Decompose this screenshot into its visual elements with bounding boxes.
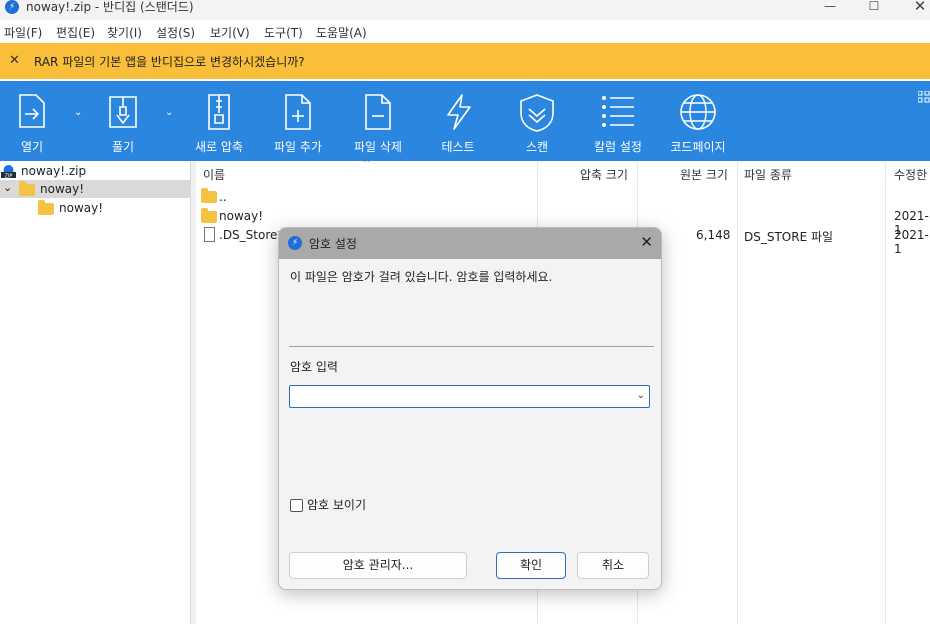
folder-tree: ZIP noway!.zip ⌄ noway! noway! [0,162,191,624]
menu-help[interactable]: 도움말(A) [316,24,367,41]
extract-button[interactable]: 풀기 [93,81,153,161]
test-icon [447,94,471,130]
maximize-icon[interactable]: ☐ [864,0,884,14]
password-input[interactable]: ⌄ [289,385,650,408]
add-file-label: 파일 추가 [274,140,322,154]
add-file-button[interactable]: 파일 추가 [266,81,330,161]
default-app-notice: ✕ RAR 파일의 기본 앱을 반디집으로 변경하시겠습니까? [0,43,930,79]
codepage-label: 코드페이지 [670,140,726,154]
folder-icon [201,188,217,203]
column-header-packed-size[interactable]: 압축 크기 [580,166,628,183]
document-icon [204,227,215,242]
checkbox-box[interactable] [290,499,303,512]
show-password-checkbox[interactable]: 암호 보이기 [290,496,366,513]
folder-icon [19,181,35,196]
dialog-title: 암호 설정 [309,237,357,251]
bandizip-icon: ⚡ [288,236,302,250]
menu-find[interactable]: 찾기(I) [107,24,142,41]
delete-file-button[interactable]: 파일 삭제 [346,81,410,161]
close-icon[interactable]: ✕ [9,53,20,68]
chevron-down-icon[interactable]: ⌄ [3,179,12,197]
close-icon[interactable]: ✕ [640,233,653,251]
codepage-button[interactable]: 코드페이지 [666,81,730,161]
window-title: noway!.zip - 반디집 (스탠더드) [26,0,194,14]
notice-text[interactable]: RAR 파일의 기본 앱을 반디집으로 변경하시겠습니까? [34,53,305,70]
scan-button[interactable]: 스캔 [507,81,567,161]
menu-edit[interactable]: 편집(E) [56,24,95,41]
file-row-folder[interactable]: noway! 2021-1 [196,207,930,237]
column-header-type[interactable]: 파일 종류 [744,166,792,183]
file-type: DS_STORE 파일 [744,230,834,244]
menu-file[interactable]: 파일(F) [4,24,42,41]
password-manager-button[interactable]: 암호 관리자... [289,552,467,579]
password-dialog: ⚡ 암호 설정 ✕ 이 파일은 암호가 걸려 있습니다. 암호를 입력하세요. … [278,227,662,590]
ok-button[interactable]: 확인 [496,552,566,579]
minimize-icon[interactable]: — [820,0,840,14]
show-password-label: 암호 보이기 [307,498,367,512]
column-header-size[interactable]: 원본 크기 [680,166,728,183]
column-header-modified[interactable]: 수정한 [894,166,927,183]
password-label: 암호 입력 [290,360,338,374]
column-settings-button[interactable]: 칼럼 설정 [588,81,648,161]
column-settings-icon [602,96,634,127]
new-archive-icon [208,94,230,130]
file-modified: 2021-1 [894,228,929,256]
toolbar: 열기 ⌄ 풀기 ⌄ 새로 압축 파일 추가 파일 삭제 테스트 스캔 칼럼 설정… [0,81,930,161]
dialog-message: 이 파일은 암호가 걸려 있습니다. 암호를 입력하세요. [290,270,553,284]
column-settings-label: 칼럼 설정 [594,140,642,154]
sort-ascending-icon: ^ [363,159,371,169]
delete-file-icon [365,94,391,130]
file-name: .. [219,190,227,204]
file-size: 6,148 [696,228,731,242]
chevron-down-icon[interactable]: ⌄ [74,107,82,118]
layout-grid-icon[interactable] [918,91,930,103]
svg-text:ZIP: ZIP [5,173,13,178]
scan-label: 스캔 [525,140,549,154]
zip-icon: ZIP [1,165,16,178]
column-header-name[interactable]: 이름 [203,166,225,183]
menu-tools[interactable]: 도구(T) [264,24,303,41]
codepage-icon [680,94,716,130]
test-label: 테스트 [441,140,475,154]
tree-item-root-folder[interactable]: ⌄ noway! [0,180,191,198]
tree-item-label: noway! [40,182,85,196]
file-name: noway! [219,209,264,223]
add-file-icon [285,94,311,130]
tree-item-label: noway!.zip [21,164,87,178]
tree-item-subfolder[interactable]: noway! [0,199,191,217]
dialog-title-bar: ⚡ 암호 설정 ✕ [279,228,661,259]
open-icon [19,94,45,128]
title-bar: ⚡ noway!.zip - 반디집 (스탠더드) — ☐ ✕ [0,0,930,20]
chevron-down-icon[interactable]: ⌄ [637,390,645,401]
chevron-down-icon[interactable]: ⌄ [165,107,173,118]
extract-icon [109,96,137,128]
divider [289,346,654,347]
new-archive-button[interactable]: 새로 압축 [188,81,250,161]
delete-file-label: 파일 삭제 [354,140,402,154]
file-row-parent[interactable]: .. [196,187,930,207]
extract-label: 풀기 [111,140,135,154]
test-button[interactable]: 테스트 [428,81,488,161]
menu-settings[interactable]: 설정(S) [156,24,195,41]
file-name: .DS_Store* [219,228,284,242]
menu-bar: 파일(F) 편집(E) 찾기(I) 설정(S) 보기(V) 도구(T) 도움말(… [0,20,930,42]
menu-view[interactable]: 보기(V) [210,24,250,41]
bandizip-icon: ⚡ [5,0,19,14]
new-archive-label: 새로 압축 [195,140,243,154]
tree-item-archive[interactable]: ZIP noway!.zip [0,162,191,180]
cancel-button[interactable]: 취소 [577,552,649,579]
open-label: 열기 [20,140,44,154]
folder-icon [38,200,54,215]
folder-icon [201,208,217,223]
scan-icon [520,94,554,132]
close-icon[interactable]: ✕ [910,0,930,14]
open-button[interactable]: 열기 [2,81,62,161]
tree-item-label: noway! [59,201,104,215]
